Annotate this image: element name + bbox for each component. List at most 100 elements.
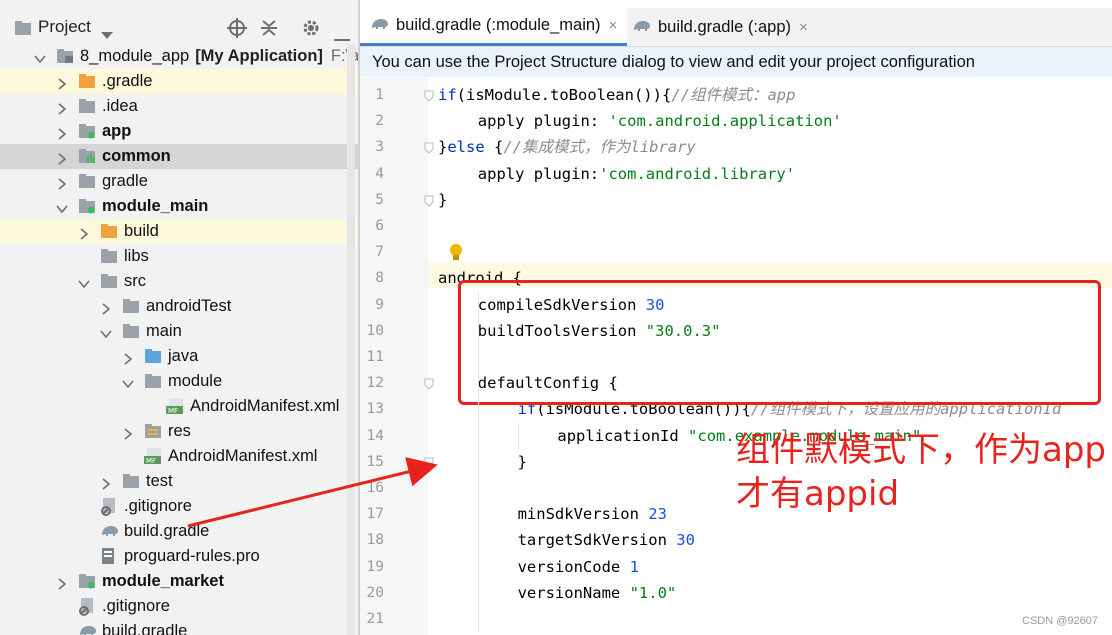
- tree-row[interactable]: test: [0, 469, 358, 494]
- chevron-right-icon[interactable]: [56, 76, 68, 90]
- close-icon[interactable]: ×: [609, 17, 618, 34]
- project-name: [My Application]: [195, 47, 323, 65]
- code-line[interactable]: versionCode 1: [518, 554, 639, 580]
- chevron-down-icon[interactable]: [100, 326, 112, 339]
- tree-row-label: build: [124, 222, 159, 241]
- folder-orange-icon: [100, 223, 118, 239]
- tab-build-gradle-module-main[interactable]: build.gradle (:module_main) ×: [360, 8, 628, 46]
- chevron-right-icon[interactable]: [100, 476, 112, 490]
- tree-row-label: libs: [124, 247, 149, 266]
- tree-row-text: .gitignore: [102, 597, 170, 615]
- lightbulb-icon[interactable]: [448, 243, 464, 268]
- chevron-right-icon[interactable]: [56, 576, 68, 590]
- project-tree: 8_module_app [My Application]F:\andro .gra…: [0, 44, 358, 635]
- close-icon[interactable]: ×: [799, 19, 808, 36]
- code-line[interactable]: if(isModule.toBoolean()){//组件模式：app: [438, 82, 795, 108]
- fold-marker-icon[interactable]: [424, 377, 434, 390]
- gradle-icon: [370, 16, 390, 35]
- chevron-down-icon[interactable]: [78, 276, 90, 289]
- tree-row[interactable]: gradle: [0, 169, 358, 194]
- tree-row-label: src: [124, 272, 146, 291]
- tree-row[interactable]: proguard-rules.pro: [0, 544, 358, 569]
- code-line[interactable]: targetSdkVersion 30: [518, 527, 695, 553]
- code-line[interactable]: apply plugin: 'com.android.application': [478, 108, 842, 134]
- tree-row[interactable]: src: [0, 269, 358, 294]
- svg-text:MF: MF: [168, 407, 178, 414]
- tree-row[interactable]: build.gradle: [0, 619, 358, 635]
- code-token: applicationId: [557, 426, 689, 445]
- editor: build.gradle (:module_main) × build.grad…: [360, 0, 1112, 635]
- chevron-down-icon[interactable]: [56, 201, 68, 214]
- code-line[interactable]: versionName "1.0": [518, 580, 677, 606]
- chevron-down-icon[interactable]: [34, 51, 46, 64]
- tab-build-gradle-app[interactable]: build.gradle (:app) ×: [632, 8, 808, 46]
- tree-row-text: 8_module_app: [80, 47, 190, 65]
- chevron-right-icon[interactable]: [122, 351, 134, 365]
- code-token: }: [438, 138, 448, 157]
- tree-row-text: main: [146, 322, 182, 340]
- chevron-down-icon[interactable]: [101, 25, 113, 45]
- tree-row[interactable]: main: [0, 319, 358, 344]
- code-line[interactable]: }else {//集成模式，作为library: [438, 134, 696, 160]
- tree-row[interactable]: build: [0, 219, 358, 244]
- tree-row[interactable]: res: [0, 419, 358, 444]
- chevron-right-icon[interactable]: [78, 226, 90, 240]
- tree-row[interactable]: .gitignore: [0, 494, 358, 519]
- chevron-right-icon[interactable]: [100, 301, 112, 315]
- tree-row-label: androidTest: [146, 297, 231, 316]
- chevron-right-icon[interactable]: [56, 176, 68, 190]
- tree-row-label: res: [168, 422, 191, 441]
- code-line[interactable]: }: [518, 449, 527, 475]
- chevron-right-icon[interactable]: [122, 426, 134, 440]
- tree-row[interactable]: androidTest: [0, 294, 358, 319]
- tree-row[interactable]: .gradle: [0, 69, 358, 94]
- tree-row-text: build.gradle: [102, 622, 188, 635]
- tree-row-label: gradle: [102, 172, 148, 191]
- tree-row[interactable]: libs: [0, 244, 358, 269]
- chevron-right-icon[interactable]: [56, 151, 68, 165]
- collapse-all-icon[interactable]: [260, 18, 278, 43]
- code-line[interactable]: }: [438, 187, 447, 213]
- app-module-icon: [78, 198, 96, 214]
- code-token: 23: [648, 505, 667, 524]
- tree-row[interactable]: MF AndroidManifest.xml: [0, 394, 358, 419]
- tree-row-text: common: [102, 147, 171, 165]
- tree-row[interactable]: 8_module_app [My Application]F:\andro: [0, 44, 358, 69]
- tree-row[interactable]: module: [0, 369, 358, 394]
- folder-grey-icon: [100, 248, 118, 264]
- tree-row[interactable]: .idea: [0, 94, 358, 119]
- tree-row[interactable]: module_main: [0, 194, 358, 219]
- folder-grey-icon: [78, 173, 96, 189]
- code-token: }: [438, 190, 448, 209]
- tree-row[interactable]: .gitignore: [0, 594, 358, 619]
- code-line[interactable]: minSdkVersion 23: [518, 501, 667, 527]
- project-view-title[interactable]: Project: [38, 17, 91, 37]
- chevron-right-icon[interactable]: [56, 101, 68, 115]
- tree-row-text: gradle: [102, 172, 148, 190]
- project-scrollbar[interactable]: [347, 44, 355, 635]
- tree-row-text: java: [168, 347, 199, 365]
- tree-row[interactable]: common: [0, 144, 358, 169]
- gear-icon[interactable]: [301, 18, 321, 43]
- tree-row[interactable]: java: [0, 344, 358, 369]
- locate-icon[interactable]: [227, 18, 247, 43]
- app-module-icon: [78, 573, 96, 589]
- chevron-down-icon[interactable]: [122, 376, 134, 389]
- tree-row[interactable]: app: [0, 119, 358, 144]
- code-line[interactable]: apply plugin:'com.android.library': [478, 161, 795, 187]
- fold-marker-icon[interactable]: [424, 141, 434, 155]
- tree-row-text: libs: [124, 247, 149, 265]
- annotation-line-2: 才有appid: [736, 474, 900, 514]
- project-structure-notice[interactable]: You can use the Project Structure dialog…: [360, 47, 1112, 77]
- file-icon: [100, 548, 118, 564]
- project-path: [My Application]F:\andro: [195, 47, 358, 65]
- fold-marker-icon[interactable]: [424, 194, 434, 207]
- code-token: 'com.android.application': [608, 112, 842, 131]
- fold-marker-icon[interactable]: [424, 456, 434, 469]
- chevron-right-icon[interactable]: [56, 126, 68, 140]
- tree-row[interactable]: MF AndroidManifest.xml: [0, 444, 358, 469]
- tree-row[interactable]: module_market: [0, 569, 358, 594]
- tree-row[interactable]: build.gradle: [0, 519, 358, 544]
- code-token: 1: [629, 557, 639, 576]
- fold-marker-icon[interactable]: [424, 89, 434, 102]
